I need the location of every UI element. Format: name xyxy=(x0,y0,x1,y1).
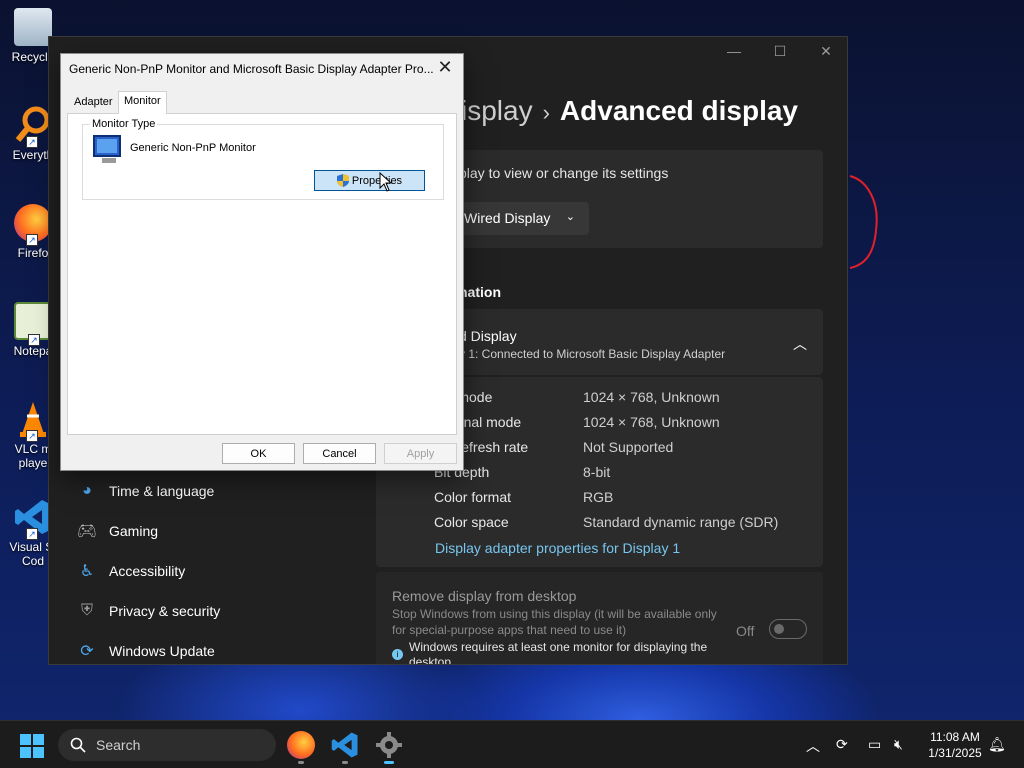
running-indicator xyxy=(342,761,348,764)
chevron-up-icon[interactable]: ︿ xyxy=(806,736,820,756)
warning-text: Windows requires at least one monitor fo… xyxy=(409,640,708,665)
select-display-text: play to view or change its settings xyxy=(459,165,669,181)
nav-item-label: Gaming xyxy=(109,523,159,539)
windows-logo-pane xyxy=(33,734,44,745)
section-heading: nation xyxy=(459,284,501,300)
firefox-icon: ↗ xyxy=(14,204,52,246)
notification-bell-icon[interactable]: 🔔︎ xyxy=(988,736,1006,753)
accessibility-icon: ♿︎ xyxy=(79,563,95,580)
properties-button-label: Properties xyxy=(351,174,403,187)
taskbar-firefox-icon[interactable] xyxy=(287,731,315,759)
shortcut-arrow-icon: ↗ xyxy=(26,234,38,246)
minimize-button[interactable]: — xyxy=(711,43,757,59)
taskbar-vscode-icon[interactable] xyxy=(331,731,359,759)
maximize-button[interactable]: ☐ xyxy=(757,43,803,60)
clock-date: 1/31/2025 xyxy=(928,746,982,760)
nav-item-gaming[interactable]: 🎮︎ Gaming xyxy=(77,516,158,546)
dialog-title: Generic Non-PnP Monitor and Microsoft Ba… xyxy=(69,62,434,76)
everything-search-icon: ↗ xyxy=(14,106,52,148)
nav-item-label: Accessibility xyxy=(109,563,186,579)
breadcrumb: isplay › Advanced display xyxy=(461,95,798,127)
volume-muted-icon[interactable]: 🔇︎ xyxy=(894,736,903,753)
nav-item-accessibility[interactable]: ♿︎ Accessibility xyxy=(77,556,185,586)
chevron-up-icon[interactable]: ︿ xyxy=(793,334,807,354)
info-row-value: 1024 × 768, Unknown xyxy=(583,389,720,405)
shortcut-arrow-icon: ↗ xyxy=(26,136,38,148)
monitor-icon xyxy=(93,135,121,163)
info-icon: i xyxy=(392,649,403,660)
shortcut-arrow-icon: ↗ xyxy=(26,430,38,442)
nav-item-label: Privacy & security xyxy=(109,603,221,619)
active-indicator xyxy=(384,761,394,764)
search-icon xyxy=(70,737,86,753)
chevron-right-icon: › xyxy=(542,100,550,125)
info-row-label: Color format xyxy=(434,489,512,505)
info-row-value: 1024 × 768, Unknown xyxy=(583,414,720,430)
remove-display-description: Stop Windows from using this display (it… xyxy=(392,607,717,637)
running-indicator xyxy=(298,761,304,764)
windows-logo-pane xyxy=(20,747,31,758)
display-info-title: d Display xyxy=(459,328,517,344)
info-row-value: 8-bit xyxy=(583,464,611,480)
remove-display-toggle[interactable] xyxy=(769,619,807,639)
nav-item-windows-update[interactable]: ⟳ Windows Update xyxy=(77,636,215,664)
display-dropdown-value: Wired Display xyxy=(464,210,551,226)
monitor-properties-dialog: Generic Non-PnP Monitor and Microsoft Ba… xyxy=(60,53,464,471)
shortcut-arrow-icon: ↗ xyxy=(28,334,40,346)
vlc-icon: ↗ xyxy=(14,400,52,442)
sync-alert-icon[interactable]: ⟳ xyxy=(836,736,848,753)
recycle-bin-icon xyxy=(14,8,52,46)
vscode-icon: ↗ xyxy=(14,498,52,540)
dialog-close-button[interactable]: ✕ xyxy=(433,57,457,78)
tab-adapter[interactable]: Adapter xyxy=(69,93,118,113)
globe-clock-icon: ◕ xyxy=(82,482,92,499)
page-title: Advanced display xyxy=(559,95,799,126)
mouse-cursor-icon xyxy=(379,172,393,192)
windows-logo-pane xyxy=(33,747,44,758)
network-icon[interactable]: ▭ xyxy=(868,736,881,753)
taskbar-search-box[interactable]: Search xyxy=(58,729,276,761)
display-info-subtitle: y 1: Connected to Microsoft Basic Displa… xyxy=(459,347,726,361)
windows-logo-icon xyxy=(20,734,31,745)
info-row-value: RGB xyxy=(583,489,614,505)
shortcut-arrow-icon: ↗ xyxy=(26,528,38,540)
monitor-tab-panel: Monitor Type Generic Non-PnP Monitor Pro… xyxy=(67,113,457,435)
breadcrumb-parent[interactable]: isplay xyxy=(461,95,533,126)
close-button[interactable]: ✕ xyxy=(803,43,847,60)
info-row-value: Not Supported xyxy=(583,439,674,455)
nav-item-label: Time & language xyxy=(109,483,215,499)
taskbar: Search ︿ ⟳ ▭ 🔇︎ 11:08 AM 1/31/2025 🔔︎ xyxy=(0,720,1024,768)
start-button[interactable] xyxy=(20,734,44,758)
search-placeholder: Search xyxy=(96,737,141,753)
taskbar-settings-gear-icon[interactable] xyxy=(375,731,403,759)
nav-item-time-language[interactable]: ◕ Time & language xyxy=(77,476,214,506)
remove-display-title: Remove display from desktop xyxy=(392,588,577,604)
nav-item-privacy-security[interactable]: ⛨ Privacy & security xyxy=(77,596,220,626)
shield-icon: ⛨ xyxy=(80,602,93,619)
update-icon: ⟳ xyxy=(80,643,94,660)
properties-button[interactable]: Properties xyxy=(314,170,425,191)
monitor-name: Generic Non-PnP Monitor xyxy=(130,142,256,154)
notepad-icon: ↗ xyxy=(14,302,52,346)
info-row-value: Standard dynamic range (SDR) xyxy=(583,514,779,530)
info-row-label: Color space xyxy=(434,514,509,530)
display-adapter-properties-link[interactable]: Display adapter properties for Display 1 xyxy=(435,540,680,556)
toggle-state-label: Off xyxy=(736,623,755,639)
display-dropdown[interactable]: Wired Display ⌄ xyxy=(454,202,589,235)
red-annotation-mark xyxy=(849,175,878,269)
system-clock[interactable]: 11:08 AM 1/31/2025 xyxy=(920,729,990,761)
gamepad-icon: 🎮︎ xyxy=(76,523,98,540)
nav-item-label: Windows Update xyxy=(109,643,215,659)
ok-button[interactable]: OK xyxy=(222,443,295,464)
clock-time: 11:08 AM xyxy=(930,730,980,744)
cancel-button[interactable]: Cancel xyxy=(303,443,376,464)
apply-button[interactable]: Apply xyxy=(384,443,457,464)
tab-monitor[interactable]: Monitor xyxy=(118,91,167,114)
chevron-down-icon: ⌄ xyxy=(565,211,575,223)
uac-shield-icon xyxy=(336,174,349,187)
monitor-type-label: Monitor Type xyxy=(90,118,158,130)
